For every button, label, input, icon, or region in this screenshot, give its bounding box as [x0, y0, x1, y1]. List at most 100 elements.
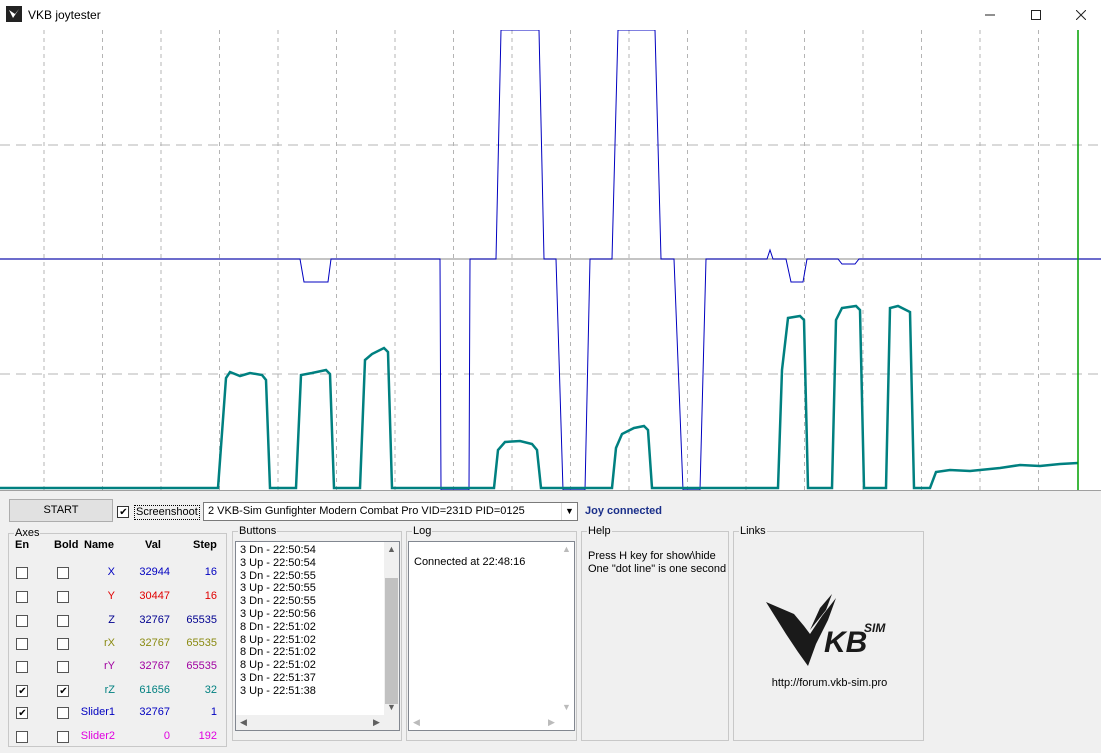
list-item: 3 Dn - 22:51:37: [240, 671, 316, 684]
close-button[interactable]: [1058, 0, 1101, 30]
list-item: 3 Up - 22:51:38: [240, 684, 316, 697]
help-line-dotline: One "dot line" is one second: [588, 563, 727, 575]
scroll-thumb[interactable]: [385, 578, 398, 704]
axis-bold-checkbox[interactable]: [57, 731, 69, 743]
axis-step: 16: [204, 590, 217, 602]
log-horizontal-scrollbar[interactable]: ◀ ▶: [409, 715, 559, 730]
axis-row: X 32944 16: [0, 566, 228, 581]
close-icon: [1075, 9, 1087, 21]
axis-step: 1: [210, 706, 217, 718]
axis-bold-checkbox[interactable]: [57, 638, 69, 650]
axis-bold-checkbox[interactable]: [57, 567, 69, 579]
vkb-sim-logo[interactable]: KB SIM: [764, 590, 894, 670]
list-item: 8 Dn - 22:51:02: [240, 620, 316, 633]
axis-enable-checkbox[interactable]: [16, 591, 28, 603]
axis-name: Slider2: [80, 730, 115, 742]
control-panel: START Screenshoot 2 VKB-Sim Gunfighter M…: [0, 490, 1101, 753]
axis-row: rZ 61656 32: [0, 684, 228, 699]
help-line-hotkey: Press H key for show\hide: [588, 550, 716, 562]
axis-step: 65535: [186, 614, 217, 626]
axis-enable-checkbox[interactable]: [16, 615, 28, 627]
axis-bold-checkbox[interactable]: [57, 685, 69, 697]
axis-name: X: [107, 566, 115, 578]
minimize-icon: [985, 14, 995, 16]
axis-enable-checkbox[interactable]: [16, 638, 28, 650]
axis-value: 32767: [139, 614, 170, 626]
axis-row: Z 32767 65535: [0, 614, 228, 629]
axis-bold-checkbox[interactable]: [57, 615, 69, 627]
minimize-button[interactable]: [967, 0, 1013, 30]
rz-axis-trace: [0, 304, 1079, 490]
scroll-up-icon[interactable]: ▲: [384, 542, 399, 557]
connection-log-list[interactable]: Connected at 22:48:16 ▲ ▼ ◀ ▶: [408, 541, 575, 731]
buttons-horizontal-scrollbar[interactable]: ◀ ▶: [236, 715, 384, 730]
scroll-corner: [559, 715, 574, 730]
scroll-down-icon[interactable]: ▼: [559, 700, 574, 715]
scroll-right-icon[interactable]: ▶: [544, 715, 559, 730]
device-dropdown[interactable]: 2 VKB-Sim Gunfighter Modern Combat Pro V…: [203, 502, 578, 521]
axis-value: 61656: [139, 684, 170, 696]
axis-bold-checkbox[interactable]: [57, 707, 69, 719]
axes-header-step: Step: [193, 539, 217, 551]
axis-value: 32767: [139, 637, 170, 649]
axis-trace-chart: [0, 30, 1101, 490]
list-item: 8 Dn - 22:51:02: [240, 646, 316, 659]
x-axis-trace: [0, 30, 1101, 490]
axis-step: 32: [204, 684, 217, 696]
connection-status: Joy connected: [585, 505, 663, 517]
list-item: 3 Up - 22:50:55: [240, 582, 316, 595]
axis-step: 65535: [186, 660, 217, 672]
axis-value: 32944: [139, 566, 170, 578]
logo-text: KB: [824, 626, 867, 659]
trace-plot: [0, 30, 1101, 490]
logo-subtext: SIM: [864, 621, 886, 635]
axis-row: rY 32767 65535: [0, 660, 228, 675]
axis-step: 65535: [186, 637, 217, 649]
axis-enable-checkbox[interactable]: [16, 707, 28, 719]
axis-step: 192: [198, 730, 217, 742]
axis-bold-checkbox[interactable]: [57, 591, 69, 603]
axis-enable-checkbox[interactable]: [16, 661, 28, 673]
connection-log-lines: Connected at 22:48:16: [409, 542, 574, 569]
buttons-log-list[interactable]: 3 Dn - 22:50:54 3 Up - 22:50:54 3 Dn - 22:…: [235, 541, 400, 731]
maximize-button[interactable]: [1013, 0, 1059, 30]
axis-enable-checkbox[interactable]: [16, 567, 28, 579]
axis-row: Y 30447 16: [0, 590, 228, 605]
buttons-vertical-scrollbar[interactable]: ▲ ▼: [384, 542, 399, 715]
list-item: Connected at 22:48:16: [414, 556, 526, 568]
grid: [0, 30, 1101, 490]
axis-step: 16: [204, 566, 217, 578]
axes-header-val: Val: [145, 539, 161, 551]
axis-enable-checkbox[interactable]: [16, 731, 28, 743]
axis-name: rY: [104, 660, 115, 672]
window-title: VKB joytester: [28, 8, 101, 22]
axis-enable-checkbox[interactable]: [16, 685, 28, 697]
list-item: 3 Up - 22:50:54: [240, 556, 316, 569]
screenshoot-label[interactable]: Screenshoot: [134, 505, 200, 520]
list-item: 3 Dn - 22:50:54: [240, 544, 316, 556]
start-button[interactable]: START: [9, 499, 113, 522]
chevron-down-icon[interactable]: ▼: [561, 503, 577, 520]
maximize-icon: [1031, 10, 1041, 20]
scroll-left-icon[interactable]: ◀: [236, 715, 251, 730]
axis-value: 32767: [139, 706, 170, 718]
axis-row: Slider1 32767 1: [0, 706, 228, 721]
log-group-title: Log: [412, 525, 433, 537]
axes-header-bold: Bold: [54, 539, 79, 551]
axis-row: rX 32767 65535: [0, 637, 228, 652]
links-group-title: Links: [739, 525, 767, 537]
forum-link[interactable]: http://forum.vkb-sim.pro: [734, 677, 925, 689]
scroll-up-icon[interactable]: ▲: [559, 542, 574, 557]
axis-name: rX: [104, 637, 115, 649]
scroll-left-icon[interactable]: ◀: [409, 715, 424, 730]
axis-value: 32767: [139, 660, 170, 672]
buttons-group-title: Buttons: [238, 525, 278, 537]
scroll-right-icon[interactable]: ▶: [369, 715, 384, 730]
links-group: Links KB SIM http://forum.vkb-sim.pro: [733, 525, 925, 741]
scroll-down-icon[interactable]: ▼: [384, 700, 399, 715]
log-vertical-scrollbar[interactable]: ▲ ▼: [559, 542, 574, 715]
axis-name: Slider1: [80, 706, 115, 718]
axis-bold-checkbox[interactable]: [57, 661, 69, 673]
screenshoot-checkbox[interactable]: [117, 506, 129, 518]
list-item: 8 Up - 22:51:02: [240, 659, 316, 672]
